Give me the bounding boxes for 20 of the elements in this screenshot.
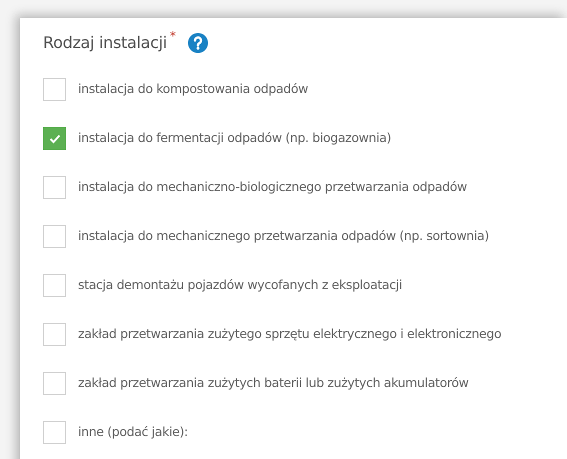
option-label[interactable]: zakład przetwarzania zużytego sprzętu elektrycznego i elektronicznego <box>78 325 502 344</box>
checkmark-icon <box>48 134 60 144</box>
option-label[interactable]: zakład przetwarzania zużytych baterii lub zużytych akumulatorów <box>78 374 469 393</box>
checkbox[interactable] <box>43 78 66 101</box>
option-label[interactable]: inne (podać jakie): <box>78 423 188 442</box>
checkbox[interactable] <box>43 127 66 150</box>
checkbox[interactable] <box>43 421 66 444</box>
option-label[interactable]: instalacja do kompostowania odpadów <box>78 80 308 99</box>
checkbox[interactable] <box>43 225 66 248</box>
option-label[interactable]: stacja demontażu pojazdów wycofanych z eksploatacji <box>78 276 402 295</box>
checkbox[interactable] <box>43 372 66 395</box>
checkbox[interactable] <box>43 274 66 297</box>
required-mark: * <box>170 28 176 45</box>
checkbox[interactable] <box>43 323 66 346</box>
option-label[interactable]: instalacja do mechaniczno-biologicznego przetwarzania odpadów <box>78 178 467 197</box>
help-icon[interactable] <box>188 33 208 53</box>
option-label[interactable]: instalacja do fermentacji odpadów (np. biogazownia) <box>78 129 392 148</box>
option-label[interactable]: instalacja do mechanicznego przetwarzania odpadów (np. sortownia) <box>78 227 489 246</box>
checkbox[interactable] <box>43 176 66 199</box>
field-label: Rodzaj instalacji <box>43 32 167 54</box>
